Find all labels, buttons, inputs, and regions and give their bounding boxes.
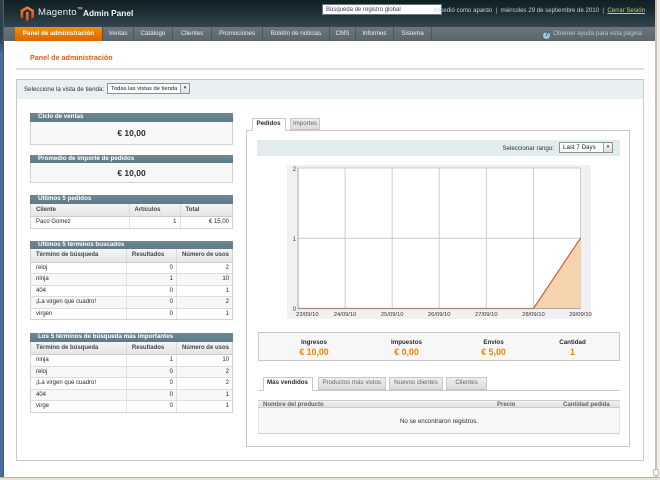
svg-text:24/09/10: 24/09/10 (334, 312, 357, 318)
svg-text:23/09/10: 23/09/10 (296, 312, 319, 318)
svg-text:25/09/10: 25/09/10 (381, 312, 404, 318)
svg-text:29/09/10: 29/09/10 (569, 312, 592, 318)
svg-text:26/09/10: 26/09/10 (428, 312, 451, 318)
svg-text:27/09/10: 27/09/10 (475, 312, 498, 318)
svg-text:1: 1 (293, 237, 297, 243)
svg-text:2: 2 (293, 167, 297, 173)
svg-text:28/09/10: 28/09/10 (522, 312, 545, 318)
